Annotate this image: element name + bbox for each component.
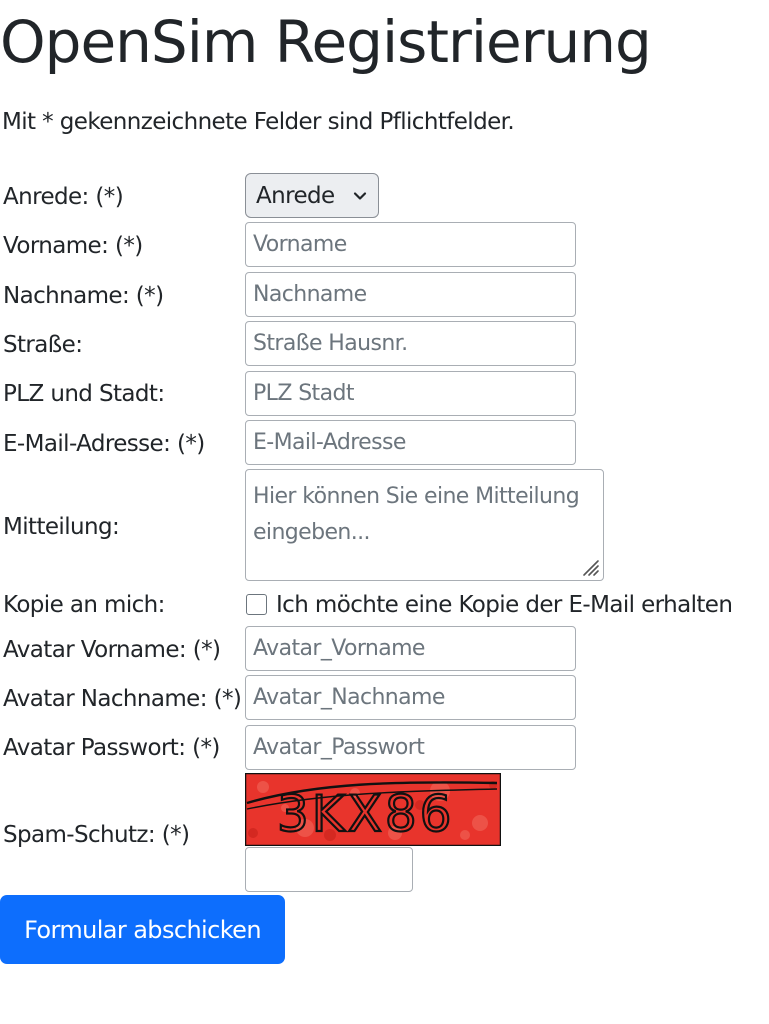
submit-button[interactable]: Formular abschicken [0,895,285,964]
page-title: OpenSim Registrierung [0,8,652,76]
captcha-image: 3KX86 [245,773,501,846]
salutation-selected-value: Anrede [256,182,335,209]
lastname-label: Nachname: (*) [3,283,164,309]
salutation-label: Anrede: (*) [3,184,124,210]
avatar-firstname-label: Avatar Vorname: (*) [3,637,221,663]
avatar-password-input[interactable] [245,725,576,770]
email-label: E-Mail-Adresse: (*) [3,431,205,457]
avatar-firstname-input[interactable] [245,626,576,671]
firstname-input[interactable] [245,222,576,267]
chevron-down-icon [353,191,367,200]
street-input[interactable] [245,321,576,366]
street-label: Straße: [3,332,83,358]
copy-checkbox-label[interactable]: Ich möchte eine Kopie der E-Mail erhalte… [276,590,733,620]
copy-checkbox[interactable] [246,594,267,615]
required-fields-note: Mit * gekennzeichnete Felder sind Pflich… [2,109,515,135]
registration-page: OpenSim Registrierung Mit * gekennzeichn… [0,0,769,1024]
avatar-lastname-label: Avatar Nachname: (*) [3,686,242,712]
lastname-input[interactable] [245,272,576,317]
salutation-select[interactable]: Anrede [245,173,379,218]
email-input[interactable] [245,420,576,465]
firstname-label: Vorname: (*) [3,233,143,259]
message-textarea[interactable] [245,469,604,581]
avatar-lastname-input[interactable] [245,675,576,720]
copy-label: Kopie an mich: [3,592,165,618]
avatar-password-label: Avatar Passwort: (*) [3,735,220,761]
message-label: Mitteilung: [3,514,120,540]
city-input[interactable] [245,371,576,416]
captcha-label: Spam-Schutz: (*) [3,822,190,848]
city-label: PLZ und Stadt: [3,381,165,407]
resize-grip-icon[interactable] [578,555,600,577]
captcha-input[interactable] [245,847,413,892]
